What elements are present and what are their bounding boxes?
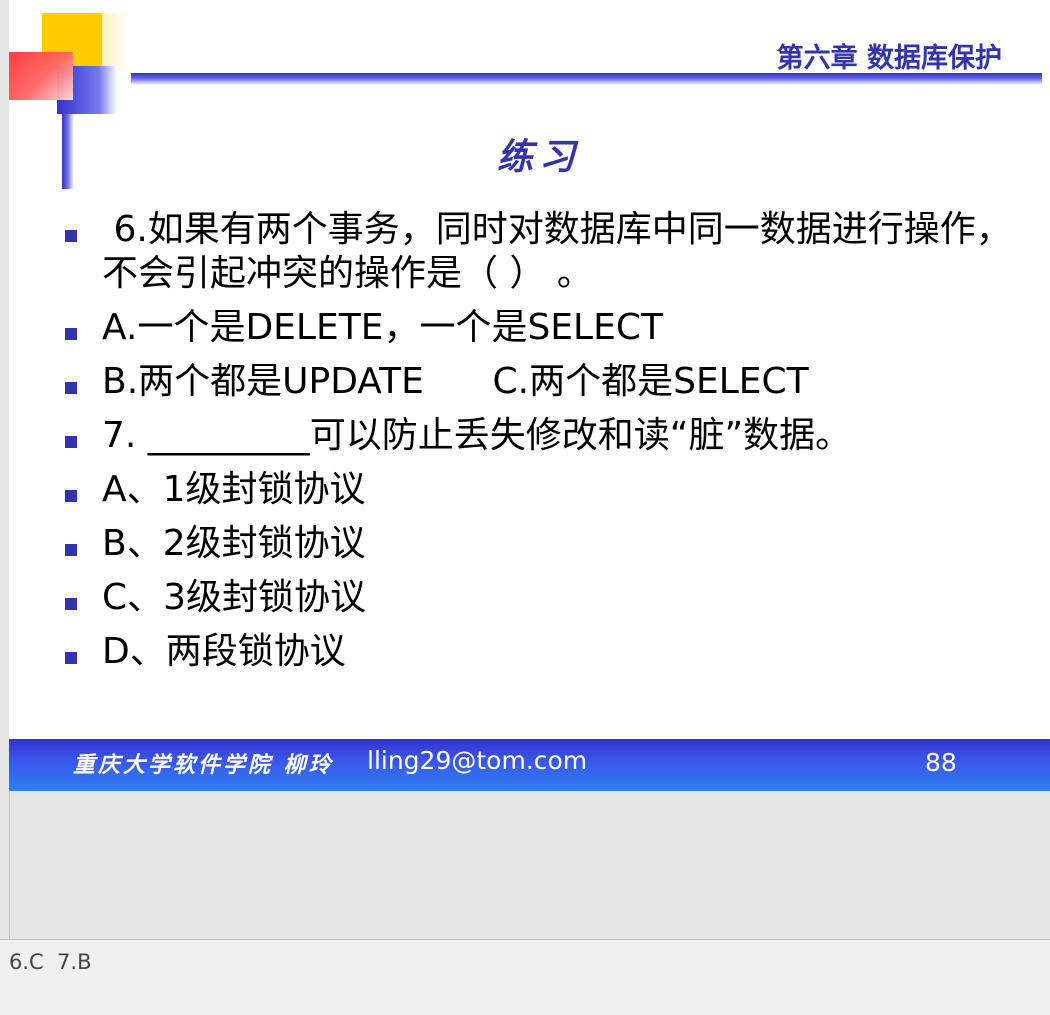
decor-yellow-fade — [102, 13, 130, 71]
bullet-square-icon — [65, 490, 77, 502]
bullet-item: A、1级封锁协议 — [65, 468, 1025, 512]
bullet-list: 6.如果有两个事务，同时对数据库中同一数据进行操作，不会引起冲突的操作是（ ） … — [65, 208, 1025, 684]
bullet-square-icon — [65, 544, 77, 556]
decor-vertical-bar — [62, 114, 74, 189]
bullet-item: 7. _________可以防止丢失修改和读“脏”数据。 — [65, 414, 1025, 458]
bullet-item: D、两段锁协议 — [65, 630, 1025, 674]
page-number: 88 — [925, 748, 957, 777]
footer-school-author: 重庆大学软件学院 柳玲 — [73, 752, 334, 778]
decor-red-square — [9, 52, 73, 100]
bullet-text: B.两个都是UPDATE C.两个都是SELECT — [102, 361, 809, 402]
bullet-text: C、3级封锁协议 — [102, 577, 367, 618]
slide-canvas[interactable]: 第六章 数据库保护 练习 6.如果有两个事务，同时对数据库中同一数据进行操作，不… — [9, 0, 1050, 791]
bullet-item: B.两个都是UPDATE C.两个都是SELECT — [65, 360, 1025, 404]
bullet-text: 6.如果有两个事务，同时对数据库中同一数据进行操作，不会引起冲突的操作是（ ） … — [102, 209, 1012, 294]
bullet-text: B、2级封锁协议 — [102, 523, 366, 564]
bullet-item: 6.如果有两个事务，同时对数据库中同一数据进行操作，不会引起冲突的操作是（ ） … — [65, 208, 1025, 296]
chapter-heading: 第六章 数据库保护 — [776, 43, 1002, 74]
bullet-square-icon — [65, 328, 77, 340]
notes-text[interactable]: 6.C 7.B — [9, 950, 92, 974]
bullet-item: A.一个是DELETE，一个是SELECT — [65, 306, 1025, 350]
footer-email: lling29@tom.com — [367, 746, 588, 775]
bullet-square-icon — [65, 230, 77, 242]
slide-title: 练习 — [497, 136, 582, 178]
bullet-square-icon — [65, 436, 77, 448]
bullet-square-icon — [65, 652, 77, 664]
bullet-item: B、2级封锁协议 — [65, 522, 1025, 566]
bullet-square-icon — [65, 382, 77, 394]
footer-band: 重庆大学软件学院 柳玲 lling29@tom.com 88 — [9, 739, 1050, 791]
bullet-text: D、两段锁协议 — [102, 631, 346, 672]
bullet-item: C、3级封锁协议 — [65, 576, 1025, 620]
bullet-text: A、1级封锁协议 — [102, 469, 366, 510]
bullet-text: A.一个是DELETE，一个是SELECT — [102, 307, 663, 348]
notes-pane[interactable]: 6.C 7.B — [0, 940, 1050, 1015]
bullet-square-icon — [65, 598, 77, 610]
bullet-text: 7. _________可以防止丢失修改和读“脏”数据。 — [102, 415, 852, 456]
